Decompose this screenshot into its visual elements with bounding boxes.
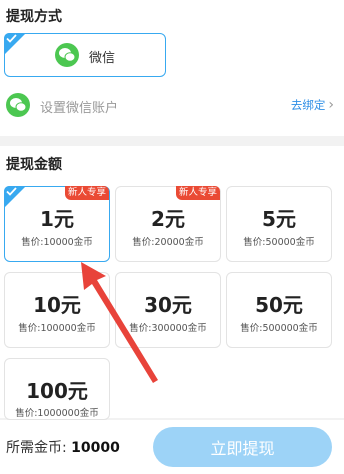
required-coins: 所需金币: 10000 [6, 437, 120, 457]
amount-option-50[interactable]: 50元 售价:500000金币 [226, 272, 332, 348]
wechat-option-label: 微信 [89, 51, 116, 66]
amount-option-2[interactable]: 新人专享 2元 售价:20000金币 [115, 186, 221, 262]
amount-option-1[interactable]: 新人专享 1元 售价:10000金币 [4, 186, 110, 262]
amount-price: 售价:500000金币 [240, 323, 318, 334]
required-coins-value: 10000 [71, 440, 120, 456]
amount-option-5[interactable]: 5元 售价:50000金币 [226, 186, 332, 262]
amount-value: 30元 [144, 293, 192, 317]
new-user-badge: 新人专享 [175, 186, 220, 200]
withdraw-method-title: 提现方式 [6, 9, 62, 25]
amount-value: 5元 [262, 207, 296, 231]
amount-price: 售价:1000000金币 [15, 408, 99, 419]
amount-price: 售价:10000金币 [21, 237, 93, 248]
amount-price: 售价:100000金币 [18, 323, 96, 334]
amount-option-10[interactable]: 10元 售价:100000金币 [4, 272, 110, 348]
amount-value: 50元 [255, 293, 303, 317]
amount-option-100[interactable]: 100元 售价:1000000金币 [4, 358, 110, 420]
selected-check-icon [4, 33, 26, 55]
amount-value: 100元 [26, 379, 88, 403]
withdraw-amount-title: 提现金额 [6, 157, 62, 173]
withdraw-now-button[interactable]: 立即提现 [153, 427, 332, 467]
amount-price: 售价:300000金币 [129, 323, 207, 334]
wechat-icon [6, 93, 30, 117]
new-user-badge: 新人专享 [64, 186, 109, 200]
amount-value: 1元 [40, 207, 74, 231]
withdraw-method-section: 提现方式 微信 设置微信账户 去绑定 › [0, 0, 344, 136]
amount-price: 售价:50000金币 [243, 237, 315, 248]
bind-account-link[interactable]: 去绑定 › [291, 97, 334, 113]
amount-option-30[interactable]: 30元 售价:300000金币 [115, 272, 221, 348]
wechat-method-option[interactable]: 微信 [4, 33, 166, 77]
setup-wechat-account-row[interactable]: 设置微信账户 去绑定 › [0, 86, 344, 126]
amount-value: 10元 [33, 293, 81, 317]
required-coins-label: 所需金币: [6, 440, 67, 456]
wechat-icon [55, 43, 79, 67]
setup-wechat-account-label: 设置微信账户 [40, 101, 119, 116]
amount-price: 售价:20000金币 [132, 237, 204, 248]
bind-account-link-label: 去绑定 [290, 98, 326, 112]
footer-bar: 所需金币: 10000 立即提现 [0, 420, 344, 474]
amount-value: 2元 [151, 207, 185, 231]
chevron-right-icon: › [328, 97, 334, 113]
